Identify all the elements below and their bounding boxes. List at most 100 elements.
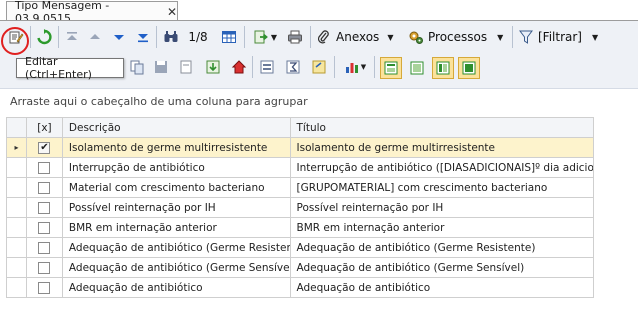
filtrar-label: [Filtrar] (538, 30, 582, 44)
grid-body: ▸ ✔ Isolamento de germe multirresistente Is… (7, 138, 594, 298)
table-row[interactable]: Adequação de antibiótico (Germe Resisten… (7, 238, 594, 258)
row-checkbox[interactable]: ✔ (38, 141, 51, 154)
row-checkbox-cell (26, 158, 63, 178)
table-row[interactable]: ▸ ✔ Isolamento de germe multirresistente Is… (7, 138, 594, 158)
row-indicator-header (7, 118, 27, 138)
row-checkbox[interactable] (38, 281, 51, 294)
cell-descricao[interactable]: Adequação de antibiótico (62, 278, 291, 298)
chevron-down-icon: ▼ (592, 32, 599, 42)
refresh-button[interactable] (34, 27, 54, 47)
processos-label: Processos (428, 30, 488, 44)
column-header-check[interactable]: [x] (26, 118, 63, 138)
row-checkbox[interactable] (38, 161, 51, 174)
table-row[interactable]: Material com crescimento bacteriano [GRUP… (7, 178, 594, 198)
close-icon[interactable]: ✕ (167, 5, 177, 19)
cell-titulo[interactable]: Adequação de antibiótico (Germe Resisten… (290, 238, 594, 258)
sigma-icon (286, 60, 300, 74)
row-checkbox-cell (26, 218, 63, 238)
first-record-button[interactable] (63, 27, 81, 47)
home-button[interactable] (230, 58, 248, 76)
table-icon (222, 31, 236, 43)
row-checkbox[interactable] (38, 181, 51, 194)
cell-descricao[interactable]: Adequação de antibiótico (Germe Resisten… (62, 238, 291, 258)
column-header-titulo[interactable]: Título (290, 118, 594, 138)
chevron-down-icon: ▼ (387, 32, 394, 42)
cell-titulo[interactable]: Adequação de antibiótico (290, 278, 594, 298)
tooltip: Editar (Ctrl+Enter) (16, 55, 124, 81)
table-row[interactable]: Adequação de antibiótico (Germe Sensível… (7, 258, 594, 278)
filter-icon (519, 30, 533, 44)
import-button[interactable] (204, 58, 222, 76)
import-icon (206, 60, 220, 74)
cell-titulo[interactable]: Adequação de antibiótico (Germe Sensível… (290, 258, 594, 278)
row-indicator (7, 258, 27, 278)
layout-option-2-button[interactable] (406, 57, 428, 79)
bar-chart-icon (345, 63, 358, 73)
table-row[interactable]: BMR em internação anterior BMR em interna… (7, 218, 594, 238)
cell-descricao[interactable]: Adequação de antibiótico (Germe Sensível… (62, 258, 291, 278)
arrow-up-icon (90, 34, 100, 39)
anexos-label: Anexos (336, 30, 380, 44)
find-button[interactable] (161, 27, 181, 47)
row-indicator (7, 278, 27, 298)
row-checkbox[interactable] (38, 201, 51, 214)
row-checkbox-cell (26, 238, 63, 258)
home-icon (231, 60, 247, 74)
filtrar-dropdown[interactable]: [Filtrar] ▼ (518, 27, 604, 47)
clear-button[interactable] (177, 58, 195, 76)
row-checkbox-cell: ✔ (26, 138, 63, 158)
layout-icon (436, 61, 450, 75)
highlight-circle (1, 27, 29, 55)
last-record-icon (138, 34, 148, 43)
summary-button[interactable] (284, 58, 302, 76)
data-grid: [x] Descrição Título ▸ ✔ Isolamento de ger… (6, 117, 594, 298)
table-row[interactable]: Possível reinternação por IH Possível rei… (7, 198, 594, 218)
record-counter: 1/8 (188, 30, 208, 44)
anexos-dropdown[interactable]: Anexos ▼ (316, 27, 404, 47)
cell-titulo[interactable]: Interrupção de antibiótico ([DIASADICION… (290, 158, 594, 178)
save-button[interactable] (152, 58, 170, 76)
row-checkbox[interactable] (38, 241, 51, 254)
table-row[interactable]: Adequação de antibiótico Adequação de ant… (7, 278, 594, 298)
cell-titulo[interactable]: Possível reinternação por IH (290, 198, 594, 218)
cell-descricao[interactable]: Material com crescimento bacteriano (62, 178, 291, 198)
form-view-button[interactable] (258, 58, 276, 76)
cell-descricao[interactable]: Possível reinternação por IH (62, 198, 291, 218)
previous-record-button[interactable] (86, 27, 104, 47)
group-panel-hint: Arraste aqui o cabeçalho de uma coluna p… (10, 95, 308, 108)
chart-dropdown[interactable]: ▼ (341, 58, 369, 76)
cell-titulo[interactable]: BMR em internação anterior (290, 218, 594, 238)
table-row[interactable]: Interrupção de antibiótico Interrupção de… (7, 158, 594, 178)
cell-descricao[interactable]: BMR em internação anterior (62, 218, 291, 238)
layout-option-1-button[interactable] (380, 57, 402, 79)
cell-descricao[interactable]: Isolamento de germe multirresistente (62, 138, 291, 158)
disk-icon (155, 61, 167, 73)
export-dropdown[interactable]: ▼ (250, 27, 280, 47)
next-record-button[interactable] (110, 27, 128, 47)
first-record-icon (67, 32, 77, 40)
note-icon (312, 60, 326, 74)
copy-button[interactable] (128, 58, 146, 76)
column-header-descricao[interactable]: Descrição (62, 118, 291, 138)
cell-titulo[interactable]: [GRUPOMATERIAL] com crescimento bacteria… (290, 178, 594, 198)
layout-icon (410, 61, 424, 75)
layout-option-3-button[interactable] (432, 57, 454, 79)
note-button[interactable] (310, 58, 328, 76)
cell-titulo[interactable]: Isolamento de germe multirresistente (290, 138, 594, 158)
row-checkbox[interactable] (38, 221, 51, 234)
row-indicator (7, 178, 27, 198)
cell-descricao[interactable]: Interrupção de antibiótico (62, 158, 291, 178)
layout-option-4-button[interactable] (458, 57, 480, 79)
row-checkbox-cell (26, 178, 63, 198)
last-record-button[interactable] (134, 27, 152, 47)
group-panel[interactable]: Arraste aqui o cabeçalho de uma coluna p… (0, 89, 638, 114)
document-icon (180, 60, 192, 74)
grid-header-row: [x] Descrição Título (7, 118, 594, 138)
layout-icon (384, 61, 398, 75)
print-button[interactable] (285, 27, 305, 47)
grid-view-button[interactable] (219, 27, 239, 47)
row-checkbox[interactable] (38, 261, 51, 274)
processos-dropdown[interactable]: Processos ▼ (408, 27, 508, 47)
tab-tipo-mensagem[interactable]: Tipo Mensagem - 03.9.0515 ✕ (6, 0, 178, 25)
binoculars-icon (164, 31, 178, 42)
